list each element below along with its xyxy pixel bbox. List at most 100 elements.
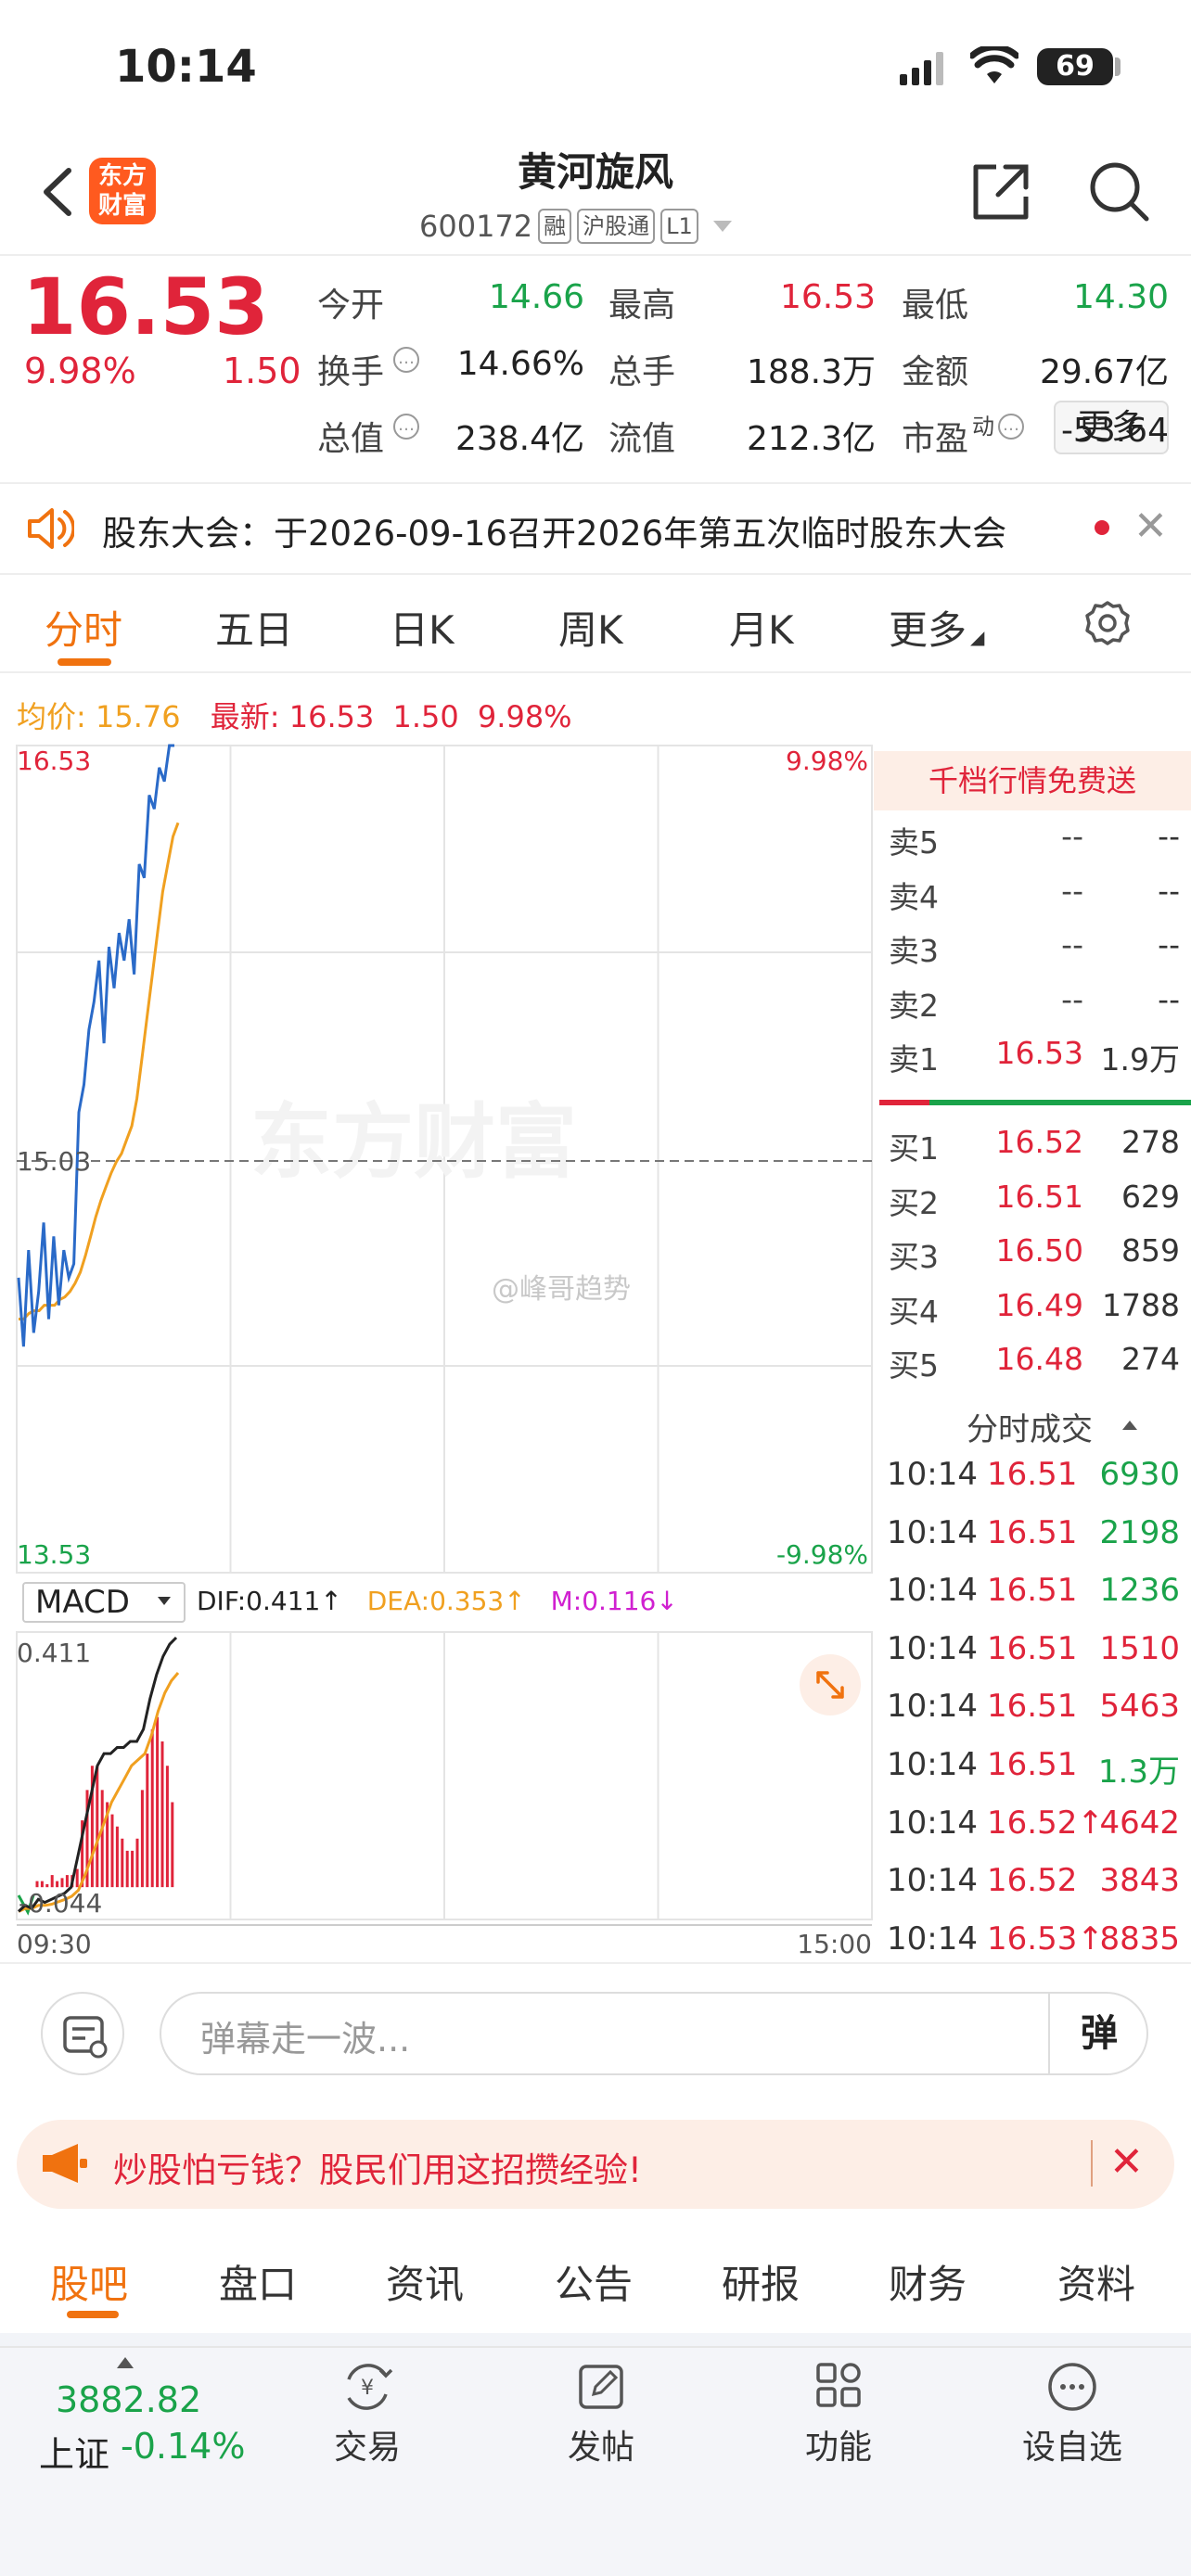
- info-icon[interactable]: …: [998, 414, 1024, 440]
- quote-label[interactable]: 换手: [317, 345, 384, 393]
- chevron-up-icon[interactable]: [117, 2357, 134, 2368]
- macd-max-label: 0.411: [17, 1638, 91, 1668]
- tick-time: 10:14: [887, 1804, 978, 1842]
- expand-icon[interactable]: [800, 1654, 861, 1715]
- tick-time: 10:14: [887, 1919, 978, 1958]
- index-percent[interactable]: -0.14%: [121, 2426, 245, 2467]
- tick-row: 10:14 16.53↑ 8835: [887, 1920, 1180, 1978]
- ask-row[interactable]: 卖4 -- --: [889, 873, 1180, 926]
- chevron-up-icon[interactable]: [1122, 1421, 1137, 1430]
- level-price: 16.51: [995, 1178, 1083, 1215]
- nav-post[interactable]: 发帖: [536, 2359, 666, 2468]
- tab-finance[interactable]: 财务: [889, 2253, 967, 2310]
- avg-label: 均价:: [17, 699, 86, 734]
- ad-text[interactable]: 炒股怕亏钱？股民们用这招攒经验!: [113, 2142, 642, 2192]
- index-value[interactable]: 3882.82: [56, 2379, 201, 2420]
- tab-daily-k[interactable]: 日K: [390, 599, 455, 656]
- nav-add-watchlist-label: 设自选: [1021, 2429, 1122, 2467]
- tab-profile[interactable]: 资料: [1057, 2253, 1135, 2310]
- quote-label[interactable]: 总值: [317, 412, 384, 460]
- nav-add-watchlist[interactable]: 设自选: [1007, 2359, 1137, 2468]
- tab-underline: [67, 2311, 119, 2318]
- quote-label-sup: 动: [972, 414, 994, 440]
- stock-code: 600172: [419, 209, 533, 244]
- price-summary: 均价: 15.76 最新: 16.53 1.50 9.98%: [17, 694, 572, 736]
- tick-time: 10:14: [887, 1629, 978, 1667]
- tick-time: 10:14: [887, 1572, 978, 1610]
- tab-more[interactable]: 更多 ◢: [889, 599, 984, 656]
- x-start-label: 09:30: [17, 1929, 92, 1959]
- bid-row[interactable]: 买5 16.48 274: [889, 1341, 1180, 1395]
- quote-label[interactable]: 市盈: [902, 412, 968, 460]
- tab-forum[interactable]: 股吧: [50, 2253, 128, 2310]
- level-label: 卖4: [889, 878, 939, 915]
- weibo-watermark: @峰哥趋势: [492, 1273, 631, 1306]
- watermark-text: 东方财富: [250, 1094, 577, 1190]
- tick-row: 10:14 16.51 2198: [887, 1514, 1180, 1572]
- level-volume: 1.9万: [1100, 1041, 1180, 1078]
- intraday-chart[interactable]: 东方财富 @峰哥趋势 16.53 15.03 13.53 9.98% -9.98…: [0, 742, 874, 1966]
- ask-row[interactable]: 卖3 -- --: [889, 926, 1180, 980]
- notice-text[interactable]: 股东大会：于2026-09-16召开2026年第五次临时股东大会: [102, 505, 1006, 555]
- svg-text:¥: ¥: [361, 2377, 374, 2400]
- gear-icon[interactable]: [1083, 599, 1132, 647]
- tick-price: 16.51: [987, 1688, 1078, 1726]
- logo-text-1: 东方: [97, 162, 147, 190]
- ask-row[interactable]: 卖2 -- --: [889, 981, 1180, 1035]
- quote-value: 29.67亿: [1039, 353, 1169, 391]
- latest-pct: 9.98%: [477, 699, 572, 734]
- level-label: 买5: [889, 1347, 939, 1384]
- danmaku-settings-icon[interactable]: [41, 1992, 124, 2075]
- bid-row[interactable]: 买4 16.49 1788: [889, 1287, 1180, 1341]
- ask-row[interactable]: 卖5 -- --: [889, 818, 1180, 872]
- megaphone-icon: [43, 2144, 87, 2183]
- stock-code-row[interactable]: 600172 融 沪股通 L1: [419, 206, 732, 247]
- bid-row[interactable]: 买2 16.51 629: [889, 1179, 1180, 1232]
- wifi-icon: [970, 46, 1018, 83]
- search-icon[interactable]: [1085, 158, 1152, 224]
- level-label: 买2: [889, 1184, 939, 1221]
- tick-row: 10:14 16.52 3843: [887, 1862, 1180, 1919]
- tab-handicap[interactable]: 盘口: [219, 2253, 297, 2310]
- tab-research[interactable]: 研报: [722, 2253, 800, 2310]
- back-arrow-icon[interactable]: [37, 159, 93, 224]
- tab-weekly-k[interactable]: 周K: [558, 599, 623, 656]
- tick-row: 10:14 16.51 5463: [887, 1688, 1180, 1745]
- bid-row[interactable]: 买3 16.50 859: [889, 1232, 1180, 1286]
- level-price: 16.50: [995, 1232, 1083, 1269]
- chevron-down-icon[interactable]: [712, 221, 732, 232]
- stock-name: 黄河旋风: [517, 149, 673, 195]
- tab-news[interactable]: 资讯: [386, 2253, 464, 2310]
- level-volume: 274: [1121, 1341, 1180, 1378]
- latest-label: 最新:: [210, 699, 280, 734]
- nav-trade[interactable]: ¥ 交易: [302, 2359, 432, 2468]
- level-price: --: [1061, 980, 1083, 1017]
- quote-label: 金额: [902, 353, 969, 391]
- tick-volume: 4642: [1099, 1804, 1180, 1842]
- info-icon[interactable]: …: [393, 414, 419, 440]
- tab-monthly-k[interactable]: 月K: [729, 599, 794, 656]
- ad-close-icon[interactable]: ✕: [1109, 2138, 1144, 2186]
- level-price: --: [1061, 926, 1083, 963]
- tab-intraday[interactable]: 分时: [45, 599, 122, 656]
- tick-price: 16.53↑: [987, 1919, 1104, 1958]
- tick-row: 10:14 16.51 1510: [887, 1630, 1180, 1688]
- latest-value: 16.53: [288, 699, 375, 734]
- bid-row[interactable]: 买1 16.52 278: [889, 1124, 1180, 1178]
- tab-five-day[interactable]: 五日: [215, 599, 293, 656]
- tick-price: 16.51: [987, 1572, 1078, 1610]
- tab-more-label: 更多: [889, 607, 967, 653]
- ticks-title[interactable]: 分时成交: [967, 1404, 1093, 1449]
- current-price: 16.53: [22, 261, 269, 352]
- info-icon[interactable]: …: [393, 347, 419, 373]
- tab-announcements[interactable]: 公告: [555, 2253, 633, 2310]
- notice-close-icon[interactable]: ✕: [1133, 503, 1168, 550]
- share-icon[interactable]: [968, 159, 1033, 224]
- order-book-promo[interactable]: 千档行情免费送: [874, 751, 1191, 810]
- nav-functions[interactable]: 功能: [774, 2359, 903, 2468]
- index-name[interactable]: 上证: [39, 2426, 109, 2477]
- level-label: 卖1: [889, 1041, 939, 1078]
- danmaku-toggle-button[interactable]: 弹: [1048, 1992, 1148, 2075]
- ask-row[interactable]: 卖1 16.53 1.9万: [889, 1035, 1180, 1089]
- price-line: [17, 744, 174, 1347]
